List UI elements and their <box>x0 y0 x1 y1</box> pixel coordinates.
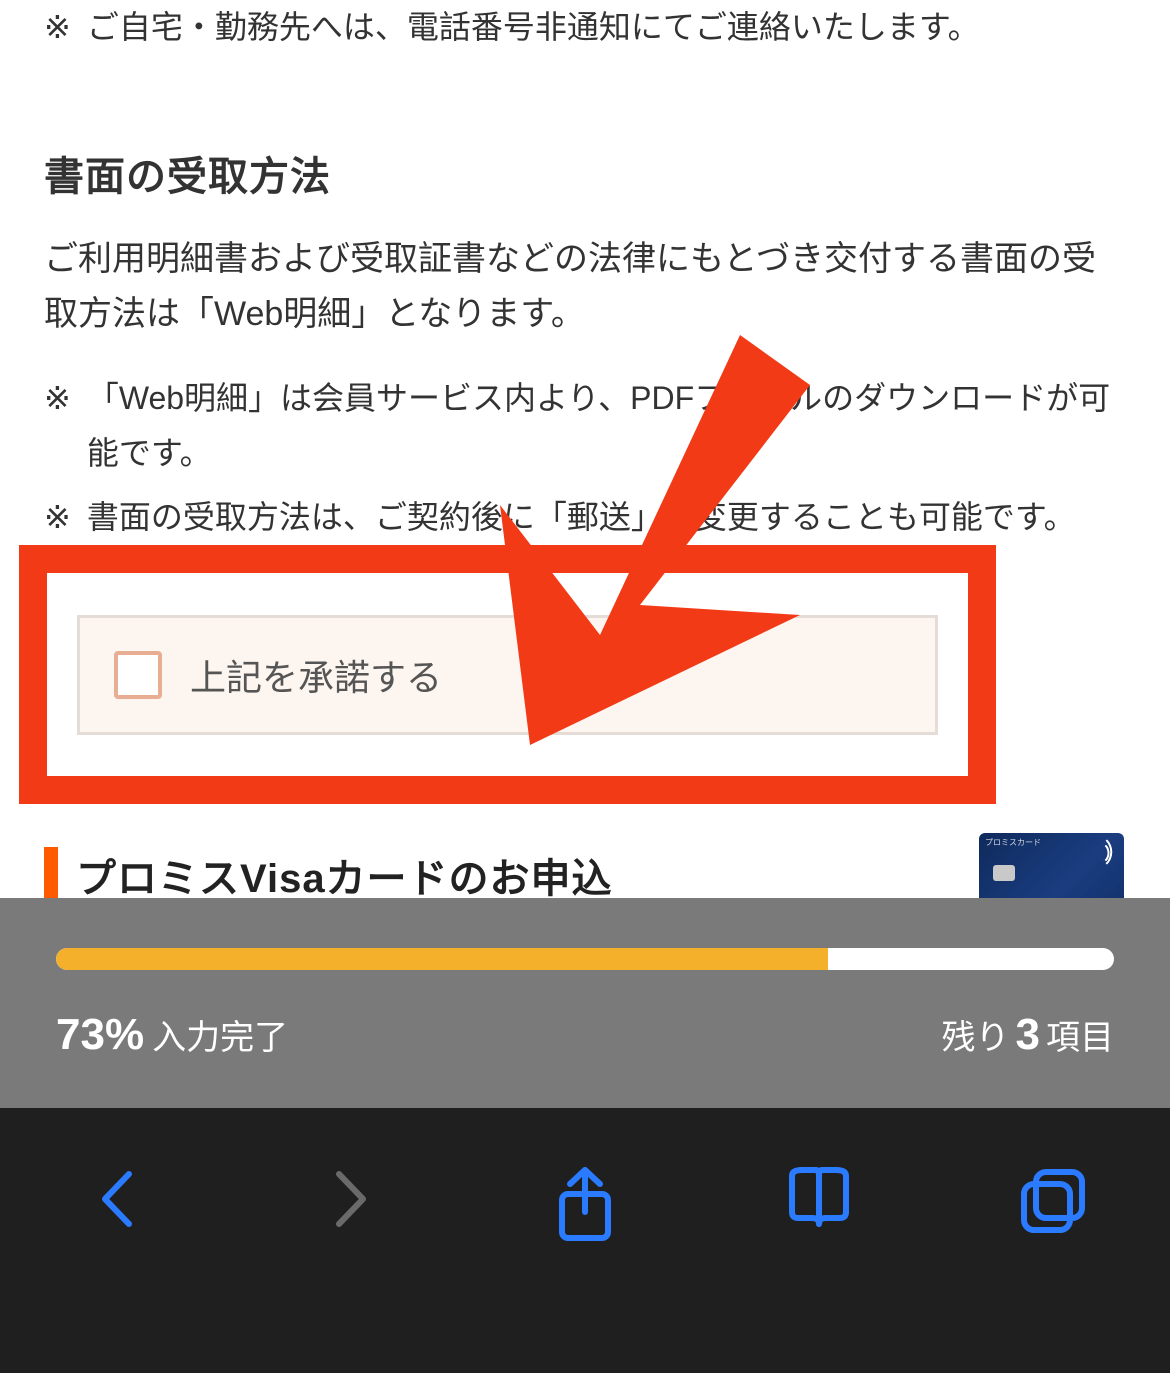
card-top-label: プロミスカード <box>985 837 1041 848</box>
note-mark: ※ <box>44 490 71 544</box>
section-note-text: 「Web明細」は会員サービス内より、PDFファイルのダウンロードが可能です。 <box>87 371 1126 480</box>
browser-toolbar <box>0 1108 1170 1373</box>
forward-button <box>306 1164 396 1234</box>
share-icon <box>550 1164 620 1244</box>
bookmarks-button[interactable] <box>774 1164 864 1234</box>
tabs-icon <box>1016 1164 1090 1238</box>
progress-track <box>56 948 1114 970</box>
contactless-icon <box>1092 839 1116 863</box>
top-note-text: ご自宅・勤務先へは、電話番号非通知にてご連絡いたします。 <box>87 0 980 54</box>
section-heading: 書面の受取方法 <box>44 144 1126 202</box>
section-note: ※ 「Web明細」は会員サービス内より、PDFファイルのダウンロードが可能です。 <box>44 371 1126 480</box>
section-notes: ※ 「Web明細」は会員サービス内より、PDFファイルのダウンロードが可能です。… <box>44 371 1126 544</box>
tabs-button[interactable] <box>1008 1164 1098 1238</box>
consent-label: 上記を承諾する <box>190 649 442 701</box>
accent-bar <box>44 847 58 903</box>
book-icon <box>782 1164 856 1234</box>
section-note: ※ 書面の受取方法は、ご契約後に「郵送」に変更することも可能です。 <box>44 490 1126 544</box>
section-note-text: 書面の受取方法は、ご契約後に「郵送」に変更することも可能です。 <box>87 490 1126 544</box>
back-button[interactable] <box>72 1164 162 1234</box>
annotation-highlight-box: 上記を承諾する <box>19 545 996 804</box>
consent-row[interactable]: 上記を承諾する <box>77 615 938 735</box>
top-note: ※ ご自宅・勤務先へは、電話番号非通知にてご連絡いたします。 <box>44 0 1126 54</box>
progress-footer: 73% 入力完了 残り 3 項目 <box>0 898 1170 1108</box>
consent-checkbox[interactable] <box>114 651 162 699</box>
progress-remaining-prefix: 残り <box>942 1010 1010 1059</box>
progress-complete-label: 73% 入力完了 <box>56 1010 288 1060</box>
progress-complete-suffix: 入力完了 <box>152 1010 288 1059</box>
progress-percent: 73% <box>56 1010 144 1060</box>
progress-remaining-label: 残り 3 項目 <box>942 1010 1114 1060</box>
chevron-left-icon <box>93 1164 141 1234</box>
chevron-right-icon <box>327 1164 375 1234</box>
note-mark: ※ <box>44 371 71 480</box>
share-button[interactable] <box>540 1164 630 1244</box>
progress-fill <box>56 948 828 970</box>
visa-title: プロミスVisaカードのお申込 <box>76 846 613 904</box>
progress-remaining-count: 3 <box>1016 1010 1040 1060</box>
card-chip-icon <box>993 865 1015 881</box>
note-mark: ※ <box>44 0 71 54</box>
section-body: ご利用明細書および受取証書などの法律にもとづき交付する書面の受取方法は「Web明… <box>44 232 1126 341</box>
progress-remaining-suffix: 項目 <box>1046 1010 1114 1059</box>
